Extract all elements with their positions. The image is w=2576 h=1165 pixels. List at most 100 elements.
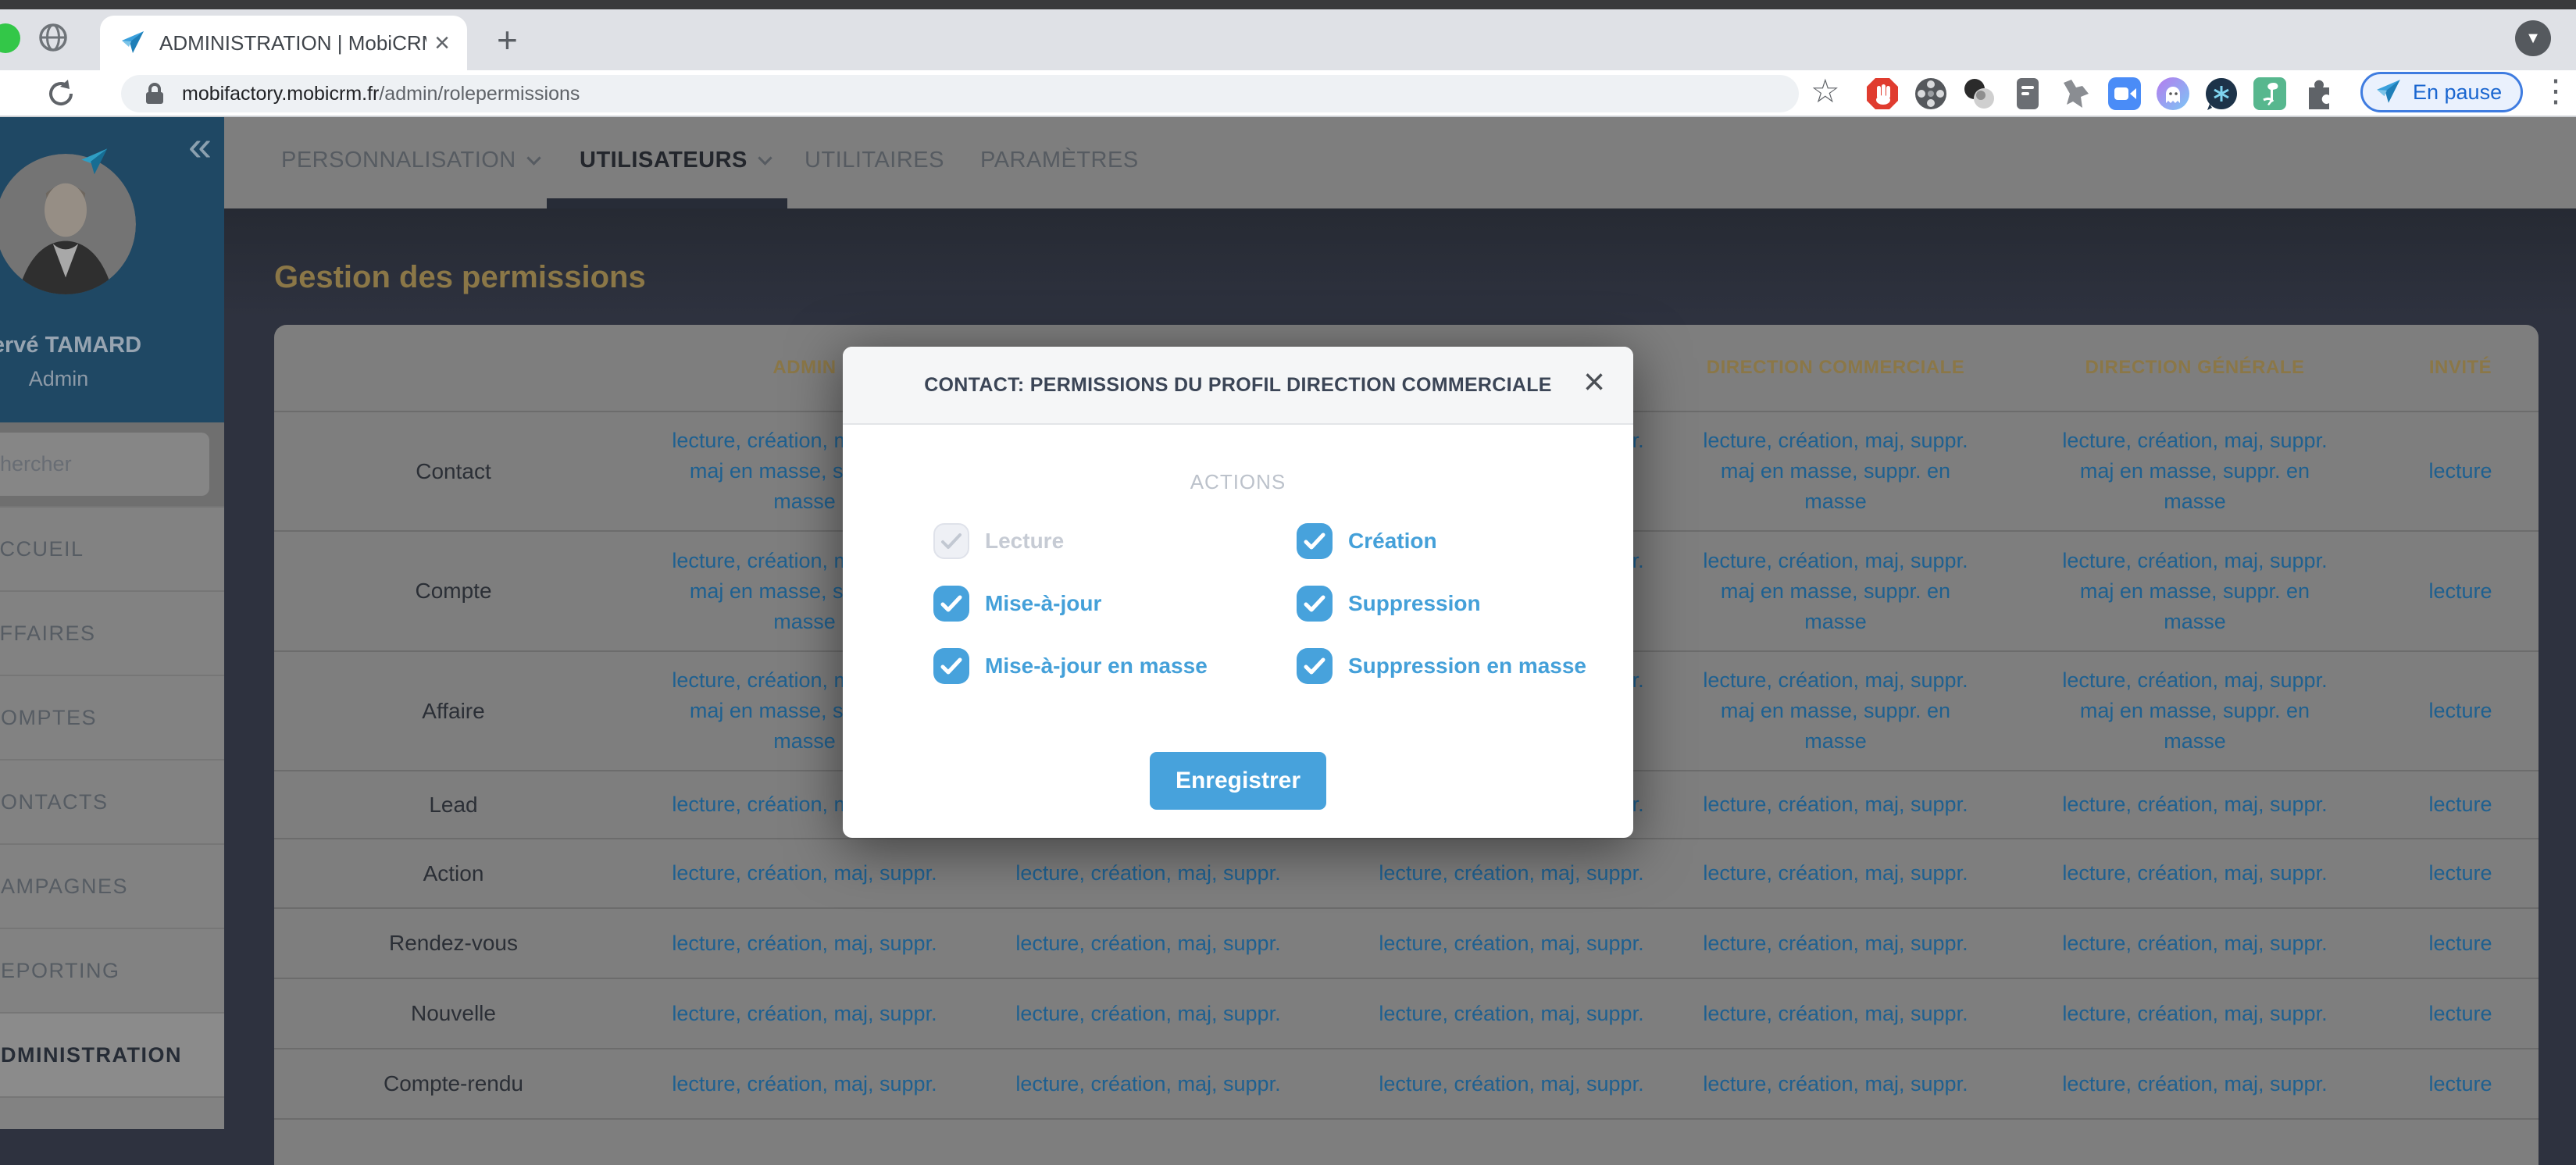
permission-link[interactable]: lecture, création, maj, suppr. [1379,858,1643,889]
new-tab-button[interactable]: + [497,19,518,61]
sidebar-menu: ACCUEIL AFFAIRES COMPTES CONTACTS CAMPAG… [0,506,224,1129]
puzzle-icon[interactable] [2301,77,2335,111]
browser-tab[interactable]: ADMINISTRATION | MobiCRM × [100,16,467,70]
permission-link[interactable]: lecture, création, maj, suppr. [1015,858,1280,889]
tab-strip: ADMINISTRATION | MobiCRM × + ▼ [0,9,2576,70]
globe-icon[interactable] [37,22,69,53]
permission-link[interactable]: lecture, création, maj, suppr. [1379,999,1643,1029]
sidebar-item-administration[interactable]: ADMINISTRATION [0,1012,224,1096]
traffic-light-green[interactable] [0,23,20,53]
sidebar-item-campagnes[interactable]: CAMPAGNES [0,843,224,928]
ghost-icon[interactable] [2156,77,2190,111]
reload-icon[interactable] [45,78,77,109]
column-invite: INVITÉ [2382,325,2539,411]
checkbox-suppression[interactable]: Suppression [1297,586,1586,622]
permission-link[interactable]: lecture, création, maj, suppr. [1015,928,1280,959]
table-row-rendez-vous: Rendez-vous lecture, création, maj, supp… [274,907,2539,978]
permission-link[interactable]: lecture [2428,999,2492,1029]
tab-personnalisation[interactable]: PERSONNALISATION [281,148,539,173]
permission-link[interactable]: lecture, création, maj, suppr. [1703,858,1968,889]
sidebar-item-accueil[interactable]: ACCUEIL [0,506,224,590]
browser-menu-icon[interactable]: ⋮ [2540,73,2571,109]
permission-link[interactable]: lecture, création, maj, suppr. [1703,789,1968,820]
permission-link[interactable]: lecture, création, maj, suppr. [2062,858,2327,889]
sidebar-item-contacts[interactable]: CONTACTS [0,759,224,843]
permission-link[interactable]: lecture, création, maj, suppr. [1703,999,1968,1029]
row-label: Affaire [274,652,633,770]
permission-link[interactable]: lecture, création, maj, suppr. [1703,1069,1968,1099]
sidebar-item-reporting[interactable]: REPORTING [0,928,224,1012]
permission-link[interactable]: lecture [2428,928,2492,959]
tab-parametres[interactable]: PARAMÈTRES [980,148,1139,173]
checkbox-checked-icon [1297,648,1333,684]
permission-link[interactable]: lecture, création, maj, suppr. maj en ma… [1703,665,1968,757]
permission-link[interactable]: lecture, création, maj, suppr. maj en ma… [1703,426,1968,517]
row-label: Contact [274,412,633,530]
table-row-partial [274,1118,2539,1165]
tab-title: ADMINISTRATION | MobiCRM [159,31,426,55]
sidebar-item-comptes[interactable]: COMPTES [0,675,224,759]
sidebar-item-affaires[interactable]: AFFAIRES [0,590,224,675]
permission-link[interactable]: lecture, création, maj, suppr. [1015,999,1280,1029]
pause-bird-icon [2374,78,2405,106]
tab-utilitaires[interactable]: UTILITAIRES [805,148,944,173]
browser-toolbar: mobifactory.mobicrm.fr/admin/rolepermiss… [0,70,2576,117]
checkbox-suppression-en-masse[interactable]: Suppression en masse [1297,648,1586,684]
checkbox-checked-icon [933,648,969,684]
tab-utilisateurs[interactable]: UTILISATEURS [580,148,770,173]
bookmark-star-icon[interactable]: ☆ [1811,72,1840,110]
permission-link[interactable]: lecture, création, maj, suppr. [1379,1069,1643,1099]
permission-link[interactable]: lecture, création, maj, suppr. [672,928,937,959]
permission-link[interactable]: lecture [2428,789,2492,820]
spheres-icon[interactable] [1962,77,1996,111]
wolf-icon[interactable] [2059,77,2093,111]
sidebar-collapse-icon[interactable]: « [188,122,212,170]
actions-section-label: ACTIONS [843,470,1633,494]
modal-title: CONTACT: PERMISSIONS DU PROFIL DIRECTION… [924,374,1552,397]
tab-search-caret-icon[interactable]: ▼ [2515,20,2551,56]
permission-link[interactable]: lecture, création, maj, suppr. [2062,789,2327,820]
permission-link[interactable]: lecture, création, maj, suppr. [672,858,937,889]
search-input[interactable] [0,433,209,496]
permission-link[interactable]: lecture, création, maj, suppr. [2062,1069,2327,1099]
close-icon[interactable]: × [1583,364,1605,401]
user-name: Hervé TAMARD [0,333,176,358]
checkbox-creation[interactable]: Création [1297,523,1586,559]
permission-link[interactable]: lecture [2428,576,2492,607]
permission-link[interactable]: lecture, création, maj, suppr. [672,1069,937,1099]
url-text: mobifactory.mobicrm.fr/admin/rolepermiss… [182,83,580,105]
permission-link[interactable]: lecture [2428,858,2492,889]
permission-link[interactable]: lecture, création, maj, suppr. [1703,928,1968,959]
notes-icon[interactable] [2010,77,2045,111]
column-direction-commerciale: DIRECTION COMMERCIALE [1664,325,2007,411]
film-reel-icon[interactable] [1914,77,1948,111]
snowflake-icon[interactable] [2204,77,2239,111]
permission-link[interactable]: lecture, création, maj, suppr. maj en ma… [2062,426,2327,517]
permission-link[interactable]: lecture [2428,456,2492,486]
permission-link[interactable]: lecture, création, maj, suppr. [2062,999,2327,1029]
ostrich-icon[interactable] [2253,77,2287,111]
save-button[interactable]: Enregistrer [1150,752,1326,810]
permission-link[interactable]: lecture, création, maj, suppr. maj en ma… [2062,546,2327,637]
checkbox-mise-a-jour[interactable]: Mise-à-jour [933,586,1297,622]
video-call-icon[interactable] [2107,77,2142,111]
permission-link[interactable]: lecture, création, maj, suppr. maj en ma… [1703,546,1968,637]
chevron-down-icon [526,151,541,165]
adblock-icon[interactable] [1865,77,1900,111]
permission-link[interactable]: lecture, création, maj, suppr. [2062,928,2327,959]
admin-top-nav: PERSONNALISATION UTILISATEURS UTILITAIRE… [224,117,2576,208]
url-bar[interactable]: mobifactory.mobicrm.fr/admin/rolepermiss… [121,75,1799,112]
permission-link[interactable]: lecture, création, maj, suppr. maj en ma… [2062,665,2327,757]
permission-link[interactable]: lecture [2428,1069,2492,1099]
table-row-action: Action lecture, création, maj, suppr. le… [274,838,2539,907]
checkbox-lecture[interactable]: Lecture [933,523,1297,559]
checkbox-mise-a-jour-en-masse[interactable]: Mise-à-jour en masse [933,648,1297,684]
pause-extension-button[interactable]: En pause [2360,72,2523,112]
avatar[interactable] [0,154,136,294]
tab-close-icon[interactable]: × [434,30,450,56]
permission-link[interactable]: lecture, création, maj, suppr. [1015,1069,1280,1099]
permission-link[interactable]: lecture, création, maj, suppr. [672,999,937,1029]
permission-link[interactable]: lecture, création, maj, suppr. [1379,928,1643,959]
permission-link[interactable]: lecture [2428,696,2492,726]
chevron-down-icon [758,151,772,165]
